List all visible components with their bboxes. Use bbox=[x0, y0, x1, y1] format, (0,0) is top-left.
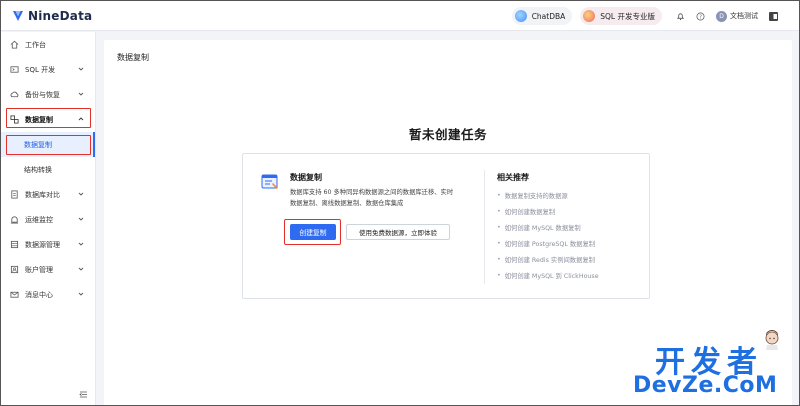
sidebar-item-label: 消息中心 bbox=[25, 290, 53, 299]
sidebar-item-workbench[interactable]: 工作台 bbox=[1, 32, 95, 57]
sidebar-item-backup[interactable]: 备份与恢复 bbox=[1, 82, 95, 107]
watermark: 开发者 DevZe.CoM bbox=[633, 330, 793, 401]
sidebar-item-label: 备份与恢复 bbox=[25, 90, 60, 99]
card-divider bbox=[484, 170, 485, 284]
sidebar-item-db-compare[interactable]: 数据库对比 bbox=[1, 182, 95, 207]
chevron-down-icon bbox=[78, 242, 84, 246]
page-title: 数据复制 bbox=[117, 53, 149, 62]
app-window: NineData ChatDBA SQL 开发专业版 ? D 文档测试 工作台 … bbox=[0, 0, 800, 406]
sidebar-item-label: 账户管理 bbox=[25, 265, 53, 274]
sidebar-item-label: 工作台 bbox=[25, 40, 46, 49]
chatdba-icon bbox=[514, 10, 527, 22]
chatdba-button[interactable]: ChatDBA bbox=[511, 7, 573, 25]
sidebar-subitem-label: 结构转换 bbox=[24, 165, 52, 174]
account-icon bbox=[9, 265, 19, 275]
sidebar-item-label: 数据复制 bbox=[25, 115, 53, 124]
sidebar-item-sql-dev[interactable]: SQL 开发 bbox=[1, 57, 95, 82]
chevron-down-icon bbox=[78, 217, 84, 221]
sidebar: 工作台 SQL 开发 备份与恢复 数据复制 数据复制 结构转换 数据库对比 运维… bbox=[1, 32, 96, 405]
cloud-icon bbox=[9, 90, 19, 100]
mascot-icon bbox=[765, 330, 779, 350]
user-name[interactable]: 文档测试 bbox=[730, 11, 758, 21]
chevron-down-icon bbox=[78, 67, 84, 71]
home-icon bbox=[9, 40, 19, 50]
sidebar-subitem-data-replication[interactable]: 数据复制 bbox=[1, 132, 95, 157]
database-icon bbox=[9, 240, 19, 250]
sql-edition-icon bbox=[583, 10, 596, 22]
recommend-link[interactable]: 如何创建 MySQL 到 ClickHouse bbox=[497, 267, 599, 283]
recommend-link[interactable]: 数据复制支持的数据源 bbox=[497, 187, 599, 203]
chevron-down-icon bbox=[78, 192, 84, 196]
top-bar: NineData ChatDBA SQL 开发专业版 ? D 文档测试 bbox=[1, 1, 799, 31]
card-description: 数据库支持 60 多种同异构数据源之间的数据库迁移、实时数据复制、离线数据复制、… bbox=[290, 189, 454, 207]
watermark-line2: DevZe.CoM bbox=[633, 373, 778, 398]
sidebar-item-account[interactable]: 账户管理 bbox=[1, 257, 95, 282]
chevron-down-icon bbox=[78, 292, 84, 296]
sql-console-icon bbox=[9, 65, 19, 75]
document-language-icon[interactable] bbox=[768, 11, 779, 22]
sql-edition-label: SQL 开发专业版 bbox=[600, 11, 655, 21]
sql-edition-badge[interactable]: SQL 开发专业版 bbox=[580, 7, 662, 25]
sidebar-item-label: 运维监控 bbox=[25, 215, 53, 224]
recommend-link[interactable]: 如何创建 Redis 实例间数据复制 bbox=[497, 251, 599, 267]
sidebar-item-datasource[interactable]: 数据源管理 bbox=[1, 232, 95, 257]
empty-state-card: 数据复制 数据库支持 60 多种同异构数据源之间的数据库迁移、实时数据复制、离线… bbox=[242, 153, 650, 299]
top-right-actions: ChatDBA SQL 开发专业版 ? D 文档测试 bbox=[511, 1, 779, 31]
sidebar-subitem-label: 数据复制 bbox=[24, 140, 52, 149]
logo-icon bbox=[13, 10, 23, 21]
sidebar-item-messages[interactable]: 消息中心 bbox=[1, 282, 95, 307]
empty-state-title: 暂未创建任务 bbox=[408, 127, 487, 142]
mail-icon bbox=[9, 290, 19, 300]
logo-text: NineData bbox=[28, 8, 93, 23]
data-replication-illustration-icon bbox=[261, 174, 278, 189]
collapse-sidebar-icon[interactable] bbox=[79, 390, 88, 399]
sidebar-item-label: 数据库对比 bbox=[25, 190, 60, 199]
recommend-link[interactable]: 如何创建数据复制 bbox=[497, 203, 599, 219]
replication-icon bbox=[9, 115, 19, 125]
sidebar-item-label: SQL 开发 bbox=[25, 65, 56, 74]
monitor-icon bbox=[9, 215, 19, 225]
sidebar-item-ops-monitor[interactable]: 运维监控 bbox=[1, 207, 95, 232]
sidebar-subitem-schema-conversion[interactable]: 结构转换 bbox=[1, 157, 95, 182]
sidebar-item-data-replication[interactable]: 数据复制 bbox=[1, 107, 95, 132]
recommend-link[interactable]: 如何创建 PostgreSQL 数据复制 bbox=[497, 235, 599, 251]
svg-text:?: ? bbox=[699, 14, 702, 20]
try-free-datasource-button[interactable]: 使用免费数据源，立即体验 bbox=[346, 224, 450, 240]
logo[interactable]: NineData bbox=[11, 9, 92, 23]
avatar[interactable]: D bbox=[716, 10, 727, 22]
compare-icon bbox=[9, 190, 19, 200]
recommend-title: 相关推荐 bbox=[497, 173, 529, 182]
notification-icon[interactable] bbox=[674, 10, 686, 22]
chatdba-label: ChatDBA bbox=[531, 11, 566, 21]
chevron-up-icon bbox=[78, 117, 84, 121]
create-replication-button[interactable]: 创建复制 bbox=[290, 224, 336, 240]
help-icon[interactable]: ? bbox=[694, 10, 706, 22]
recommend-list: 数据复制支持的数据源 如何创建数据复制 如何创建 MySQL 数据复制 如何创建… bbox=[497, 187, 599, 283]
card-title: 数据复制 bbox=[290, 173, 322, 182]
chevron-down-icon bbox=[78, 92, 84, 96]
chevron-down-icon bbox=[78, 267, 84, 271]
sidebar-item-label: 数据源管理 bbox=[25, 240, 60, 249]
recommend-link[interactable]: 如何创建 MySQL 数据复制 bbox=[497, 219, 599, 235]
